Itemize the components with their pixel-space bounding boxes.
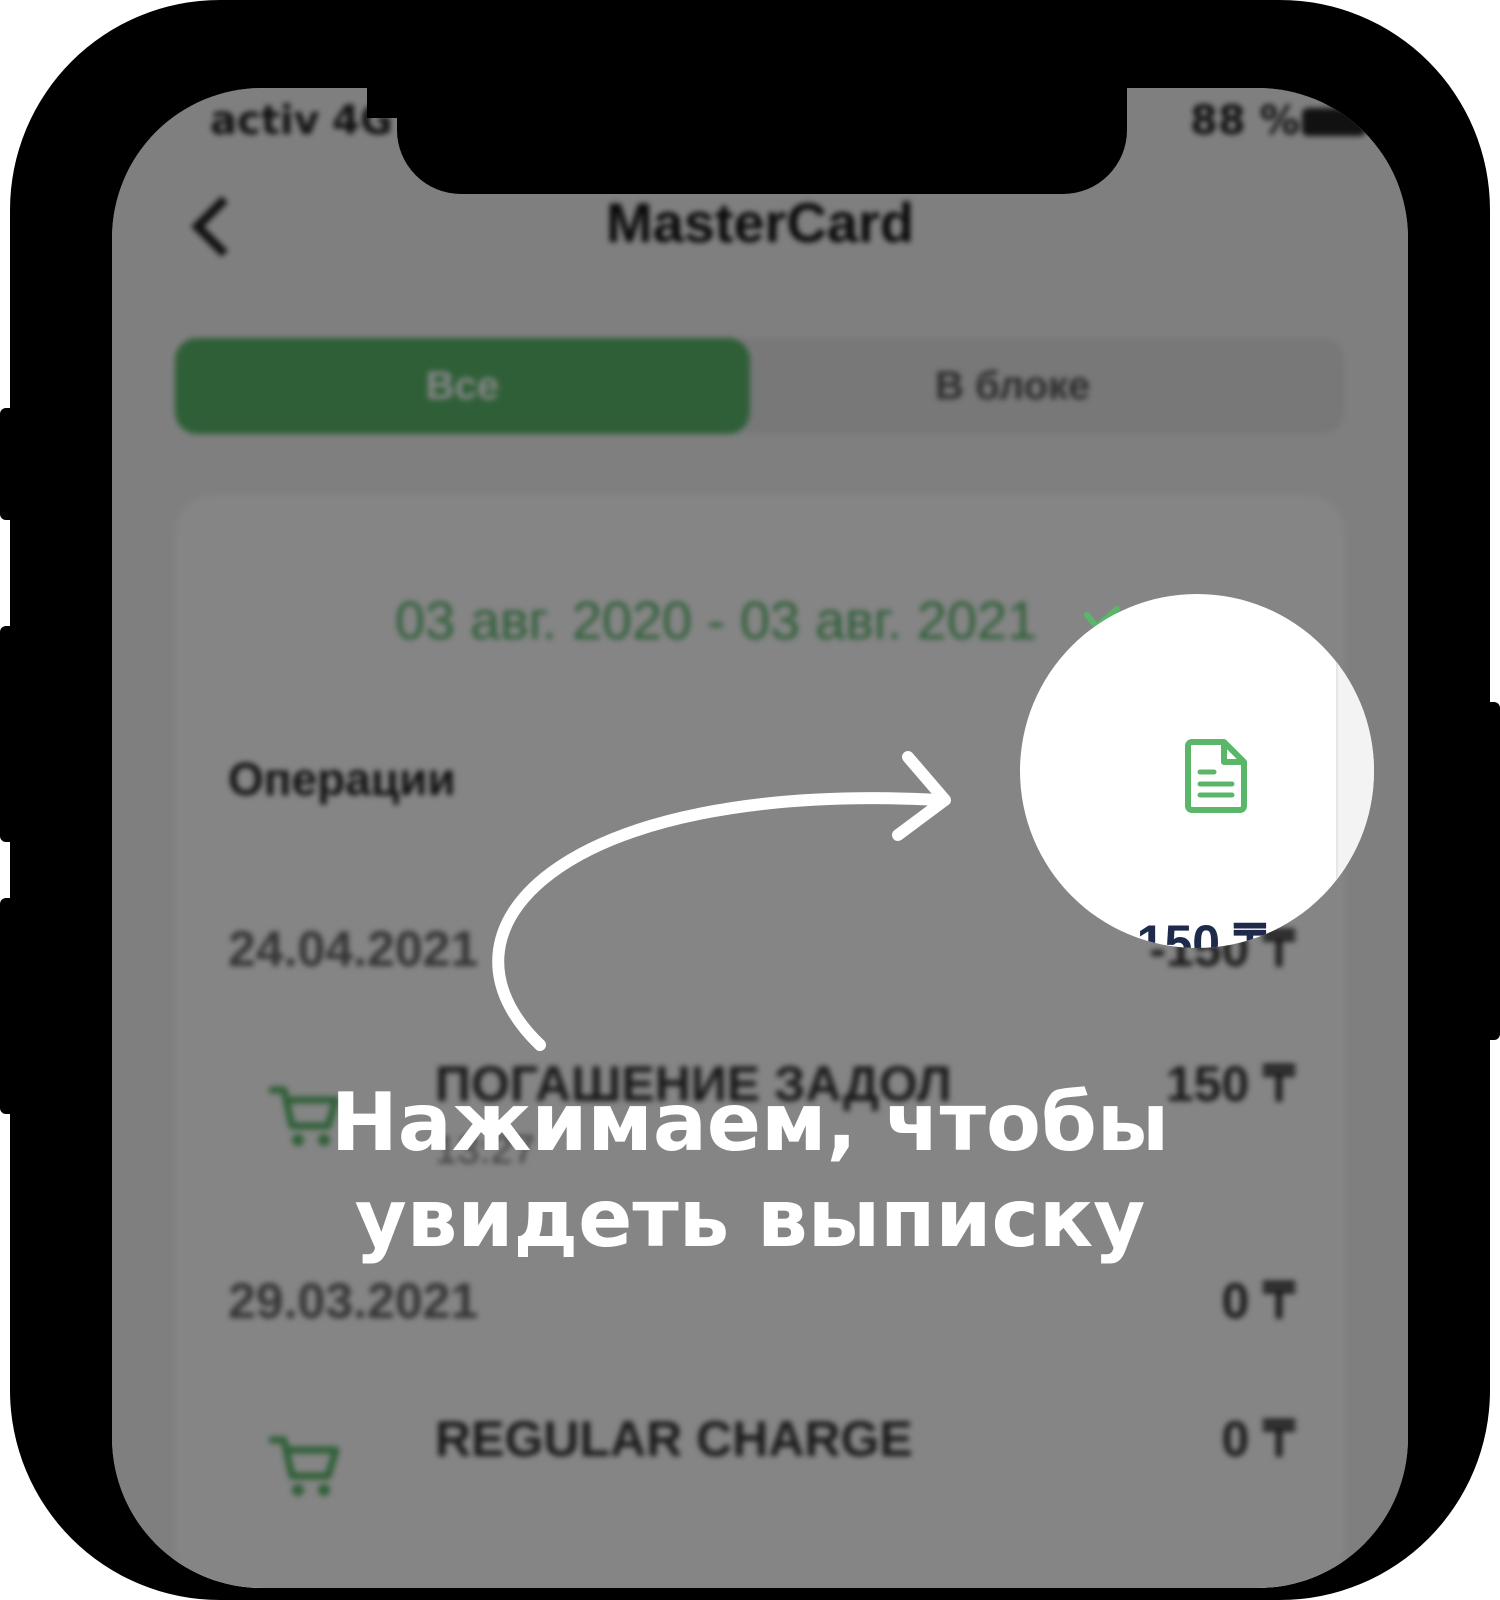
instruction-caption: Нажимаем, чтобы увидеть выписку (0, 1075, 1500, 1267)
caption-line-2: увидеть выписку (354, 1172, 1146, 1265)
caption-line-1: Нажимаем, чтобы (330, 1076, 1170, 1169)
pointer-arrow (492, 751, 951, 1051)
